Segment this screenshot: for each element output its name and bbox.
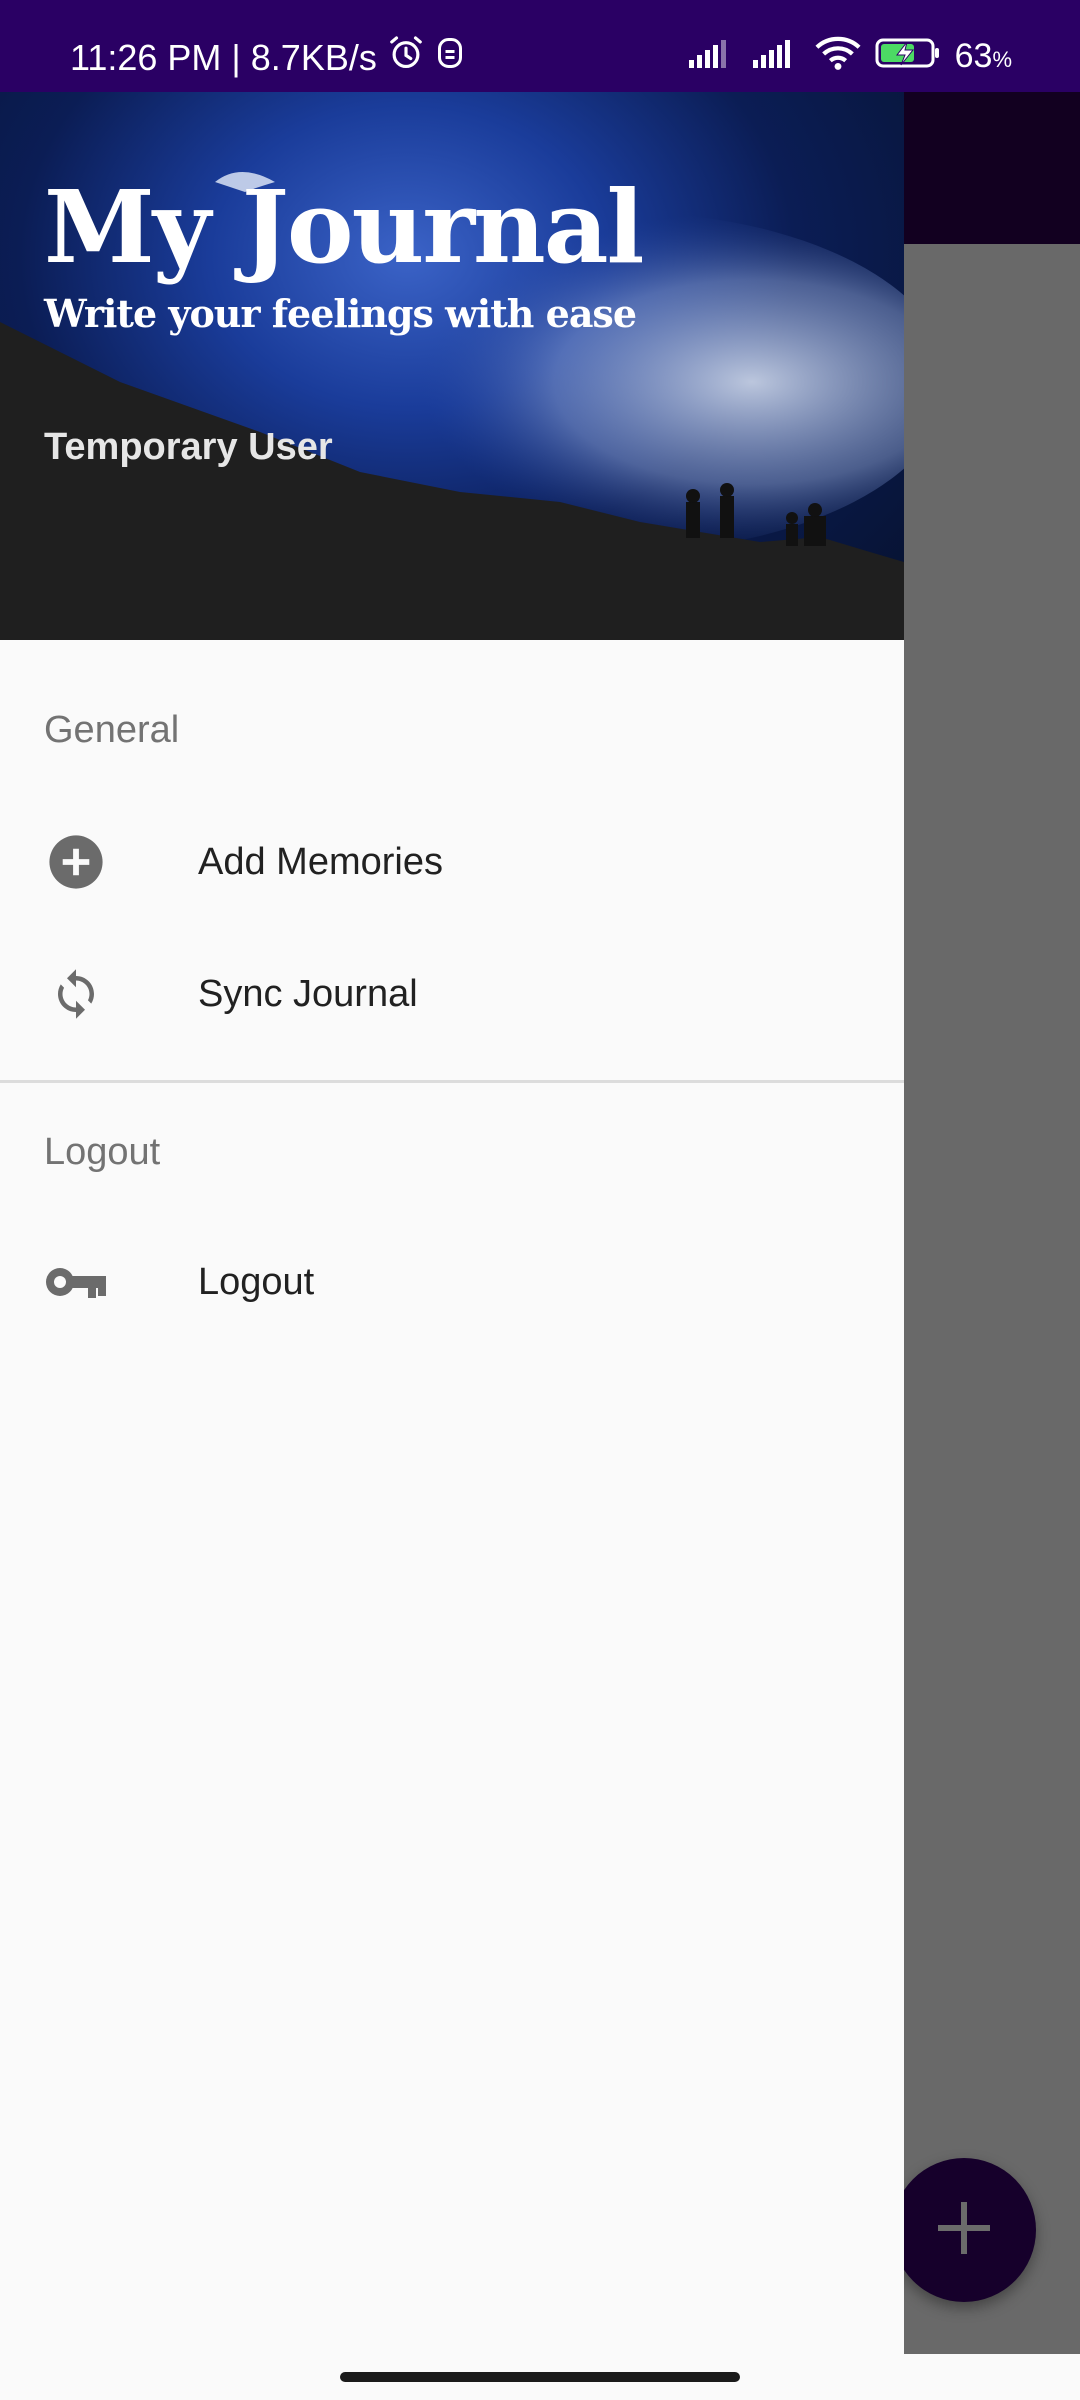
section-label-logout: Logout [44,1131,161,1173]
app-subtitle: Write your feelings with ease [44,291,637,336]
signal-icon [687,36,737,81]
section-divider [0,1080,904,1083]
nav-item-label: Sync Journal [198,973,418,1015]
battery-charging-icon [875,36,941,81]
sync-icon [44,962,108,1026]
user-name: Temporary User [44,426,333,468]
status-left: 11:26 PM | 8.7KB/s [70,34,465,82]
section-label-general: General [44,709,180,751]
nav-item-sync-journal[interactable]: Sync Journal [0,928,904,1060]
add-circle-icon [44,830,108,894]
nav-item-label: Add Memories [198,841,443,883]
nav-item-logout[interactable]: Logout [0,1216,904,1348]
navigation-drawer: My Journal Write your feelings with ease… [0,92,904,2354]
status-time: 11:26 PM | 8.7KB/s [70,37,377,78]
status-right: 63% [687,34,1012,82]
alarm-icon [387,34,425,82]
drawer-header: My Journal Write your feelings with ease… [0,92,904,640]
status-bar: 11:26 PM | 8.7KB/s 63% [0,0,1080,92]
home-gesture-handle[interactable] [340,2372,740,2382]
battery-level: 63% [954,37,1012,75]
app-title: My Journal [44,168,645,286]
key-icon [44,1250,108,1314]
notification-icon [435,35,465,81]
signal-icon [751,36,801,81]
plus-icon [934,2198,994,2263]
background-app-bar [904,92,1080,244]
add-fab-button[interactable] [892,2158,1036,2302]
nav-item-label: Logout [198,1261,315,1303]
nav-item-add-memories[interactable]: Add Memories [0,796,904,928]
wifi-icon [815,35,861,82]
